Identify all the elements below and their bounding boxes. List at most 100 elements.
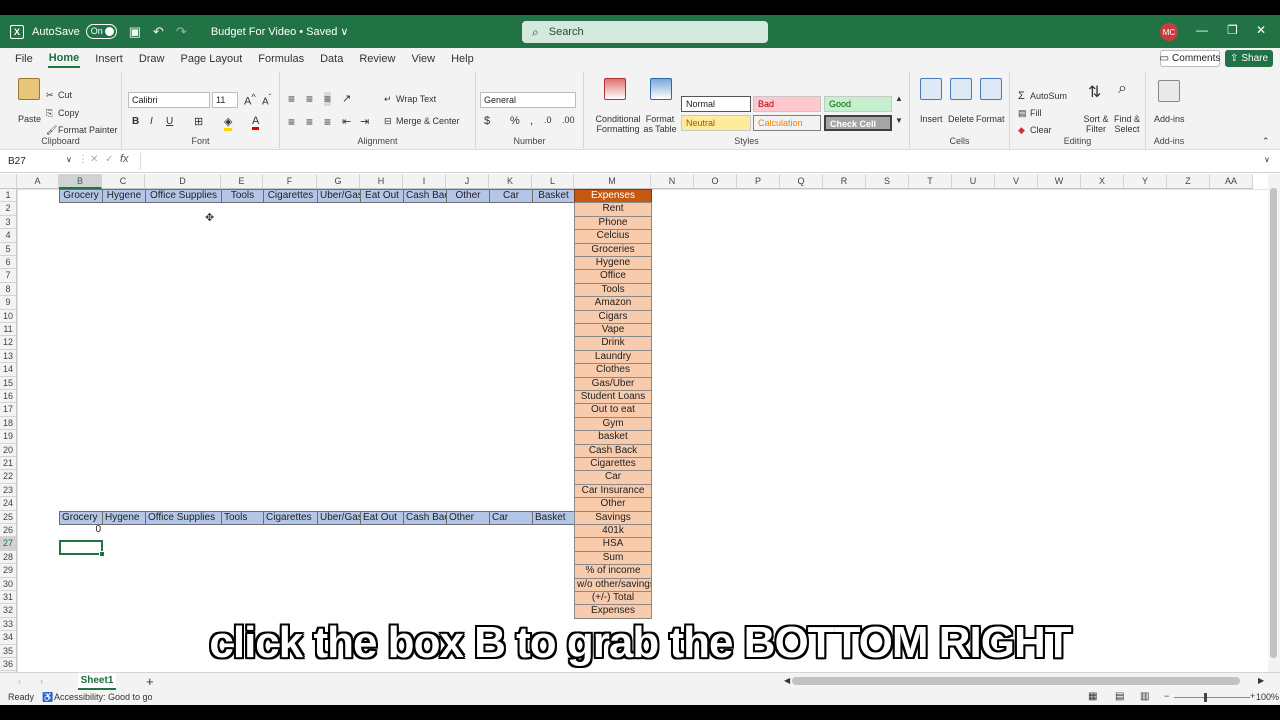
- row-header-19[interactable]: 19: [0, 430, 17, 444]
- row-header-13[interactable]: 13: [0, 349, 17, 364]
- expense-item-m20[interactable]: Cash Back: [574, 443, 652, 458]
- zoom-slider-thumb[interactable]: [1204, 693, 1207, 702]
- column-header-l[interactable]: L: [532, 174, 574, 189]
- header-cell-i1[interactable]: Cash Back: [403, 189, 447, 204]
- sheet-tab-sheet1[interactable]: Sheet1: [78, 673, 116, 690]
- expense-item-m22[interactable]: Car: [574, 470, 652, 485]
- column-header-y[interactable]: Y: [1124, 174, 1167, 189]
- header-cell-e25[interactable]: Tools: [221, 510, 264, 525]
- cut-button[interactable]: Cut: [58, 90, 72, 100]
- expense-item-m28[interactable]: Sum: [574, 550, 652, 566]
- expense-item-m18[interactable]: Gym: [574, 416, 652, 432]
- column-header-i[interactable]: I: [403, 174, 446, 189]
- redo-icon[interactable]: ↷: [176, 24, 187, 40]
- addins-button[interactable]: Add-ins: [1154, 114, 1185, 124]
- number-format-select[interactable]: General: [480, 92, 576, 108]
- column-header-c[interactable]: C: [102, 174, 145, 189]
- fill-button[interactable]: Fill: [1030, 108, 1042, 118]
- align-left-icon[interactable]: ≡: [288, 115, 295, 129]
- font-name-select[interactable]: Calibri: [128, 92, 210, 108]
- fill-color-icon[interactable]: ◈: [224, 115, 233, 131]
- decrease-decimal-icon[interactable]: .00: [562, 115, 575, 125]
- undo-icon[interactable]: ↶: [153, 24, 164, 40]
- clear-button[interactable]: Clear: [1030, 125, 1052, 135]
- column-header-o[interactable]: O: [694, 174, 737, 189]
- increase-indent-icon[interactable]: ⇥: [360, 115, 369, 128]
- save-icon[interactable]: ▣: [129, 24, 141, 40]
- format-button[interactable]: Format: [976, 114, 1005, 124]
- add-sheet-button[interactable]: +: [146, 674, 154, 689]
- row-header-20[interactable]: 20: [0, 443, 17, 457]
- style-bad[interactable]: Bad: [753, 96, 821, 112]
- row-header-8[interactable]: 8: [0, 282, 17, 297]
- expense-item-m24[interactable]: Other: [574, 497, 652, 512]
- enter-icon[interactable]: ✓: [105, 154, 113, 165]
- cell-b26[interactable]: 0: [59, 524, 103, 538]
- format-table-button[interactable]: Format as Table: [640, 114, 680, 134]
- page-break-view-icon[interactable]: ▥: [1140, 691, 1149, 702]
- header-cell-k25[interactable]: Car: [489, 510, 533, 525]
- column-header-f[interactable]: F: [263, 174, 317, 189]
- expense-item-m21[interactable]: Cigarettes: [574, 457, 652, 472]
- header-cell-c1[interactable]: Hygene: [102, 189, 146, 204]
- expense-item-m3[interactable]: Phone: [574, 215, 652, 231]
- expense-item-m30[interactable]: w/o other/savings: [574, 577, 652, 592]
- cancel-icon[interactable]: ✕: [90, 154, 98, 165]
- row-header-2[interactable]: 2: [0, 202, 17, 216]
- search-box[interactable]: ⌕ Search: [522, 21, 768, 43]
- row-header-21[interactable]: 21: [0, 457, 17, 471]
- select-all-corner[interactable]: [0, 174, 17, 189]
- spreadsheet-grid[interactable]: A B C D E F G H I J K L M N O P Q R S T U V W X Y Z AA 1 2 3 4 5 6 7 8 9 10…: [0, 174, 1268, 672]
- header-cell-l25[interactable]: Basket: [532, 510, 575, 525]
- header-cell-f25[interactable]: Cigarettes: [263, 510, 318, 525]
- expense-item-m17[interactable]: Out to eat: [574, 403, 652, 418]
- styles-scroll-up-icon[interactable]: ▲: [895, 94, 903, 103]
- row-header-9[interactable]: 9: [0, 296, 17, 310]
- column-header-k[interactable]: K: [489, 174, 532, 189]
- expense-item-m26[interactable]: 401k: [574, 524, 652, 539]
- page-layout-view-icon[interactable]: ▤: [1115, 691, 1124, 702]
- expense-item-m15[interactable]: Gas/Uber: [574, 376, 652, 391]
- expense-item-m6[interactable]: Hygene: [574, 256, 652, 271]
- expense-item-m29[interactable]: % of income: [574, 564, 652, 579]
- column-header-d[interactable]: D: [145, 174, 221, 189]
- row-header-3[interactable]: 3: [0, 215, 17, 230]
- style-neutral[interactable]: Neutral: [681, 115, 751, 131]
- row-header-1[interactable]: 1: [0, 189, 17, 203]
- expense-item-m7[interactable]: Office: [574, 269, 652, 284]
- expense-item-m10[interactable]: Cigars: [574, 309, 652, 324]
- header-cell-j1[interactable]: Other: [446, 189, 490, 204]
- style-good[interactable]: Good: [824, 96, 892, 112]
- header-cell-g1[interactable]: Uber/Gas: [317, 189, 361, 204]
- header-cell-b25[interactable]: Grocery: [59, 510, 103, 525]
- autosum-button[interactable]: AutoSum: [1030, 91, 1067, 101]
- header-cell-c25[interactable]: Hygene: [102, 510, 146, 525]
- styles-more-icon[interactable]: ▼: [895, 116, 903, 125]
- row-header-11[interactable]: 11: [0, 323, 17, 337]
- row-header-27[interactable]: 27: [0, 537, 17, 551]
- column-header-g[interactable]: G: [317, 174, 360, 189]
- active-cell-b27[interactable]: [59, 540, 105, 557]
- tab-file[interactable]: File: [14, 51, 34, 67]
- underline-icon[interactable]: U: [166, 116, 173, 127]
- document-title[interactable]: Budget For Video • Saved ∨: [211, 25, 349, 38]
- row-header-26[interactable]: 26: [0, 524, 17, 538]
- merge-center-button[interactable]: Merge & Center: [396, 116, 460, 126]
- minimize-icon[interactable]: —: [1196, 23, 1208, 37]
- horizontal-scroll-thumb[interactable]: [792, 677, 1240, 685]
- column-header-j[interactable]: J: [446, 174, 489, 189]
- tab-formulas[interactable]: Formulas: [257, 51, 305, 67]
- orientation-icon[interactable]: ↗: [342, 92, 351, 105]
- expand-formula-icon[interactable]: ∨: [1264, 155, 1270, 164]
- comments-button[interactable]: ▭ Comments: [1160, 50, 1220, 67]
- column-header-a[interactable]: A: [17, 174, 59, 189]
- font-size-select[interactable]: 11: [212, 92, 238, 108]
- expense-item-m31[interactable]: (+/-) Total: [574, 591, 652, 606]
- header-cell-g25[interactable]: Uber/Gas: [317, 510, 361, 525]
- expense-item-m9[interactable]: Amazon: [574, 296, 652, 311]
- align-center-icon[interactable]: ≡: [306, 115, 313, 129]
- expense-item-m11[interactable]: Vape: [574, 323, 652, 338]
- decrease-indent-icon[interactable]: ⇤: [342, 115, 351, 128]
- expense-item-m32[interactable]: Expenses: [574, 604, 652, 619]
- expense-item-m12[interactable]: Drink: [574, 336, 652, 351]
